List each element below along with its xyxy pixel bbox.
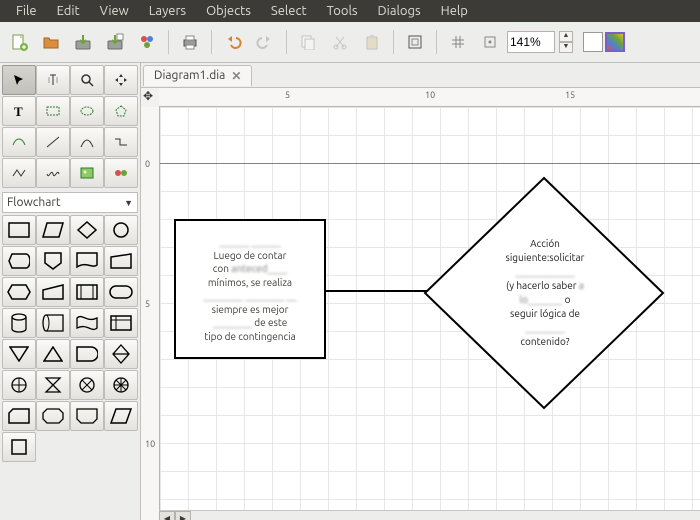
menu-help[interactable]: Help [431, 2, 478, 20]
bezierline-tool[interactable] [36, 158, 70, 188]
chevron-down-icon: ▼ [124, 198, 133, 208]
main-toolbar: ▲▼ [0, 22, 700, 63]
shape-sum[interactable] [70, 370, 104, 400]
outline-tool[interactable] [104, 158, 138, 188]
canvas[interactable]: ______ ______ Luego de contar con antece… [160, 107, 700, 520]
horizontal-scrollbar[interactable]: ◀ ▶ [159, 510, 700, 520]
shape-offpage2[interactable] [104, 370, 138, 400]
text-tool[interactable]: T [2, 96, 36, 126]
line-tool[interactable] [36, 127, 70, 157]
zoom-extents-button[interactable] [400, 27, 430, 57]
menu-file[interactable]: File [6, 2, 47, 20]
ruler-horizontal: 5 10 15 20 [159, 88, 700, 107]
snap-object-button[interactable] [475, 27, 505, 57]
shape-terminal[interactable] [104, 277, 138, 307]
paste-button[interactable] [357, 27, 387, 57]
menu-select[interactable]: Select [261, 2, 317, 20]
menu-layers[interactable]: Layers [139, 2, 196, 20]
zoom-down[interactable]: ▼ [559, 42, 573, 53]
arc-tool[interactable] [70, 127, 104, 157]
redo-button[interactable] [250, 27, 280, 57]
shape-process[interactable] [2, 215, 36, 245]
menu-objects[interactable]: Objects [196, 2, 261, 20]
scroll-tool[interactable] [104, 65, 138, 95]
polygon-tool[interactable] [104, 96, 138, 126]
shape-sort[interactable] [104, 339, 138, 369]
zoom-control: ▲▼ [507, 31, 573, 53]
shape-palette [0, 213, 140, 464]
svg-text:T: T [14, 104, 23, 118]
ruler-vertical: 0 5 10 [141, 107, 160, 520]
menu-dialogs[interactable]: Dialogs [368, 2, 431, 20]
zigzag-tool[interactable] [104, 127, 138, 157]
guide-line[interactable] [160, 163, 700, 164]
canvas-area: Diagram1.dia ✕ ✥ 5 10 15 20 0 5 10 _____… [141, 63, 700, 520]
copy-button[interactable] [293, 27, 323, 57]
zoom-up[interactable]: ▲ [559, 31, 573, 42]
shape-delay[interactable] [70, 339, 104, 369]
color-wells [583, 32, 625, 52]
shape-connector[interactable] [104, 215, 138, 245]
menu-tools[interactable]: Tools [317, 2, 368, 20]
undo-button[interactable] [218, 27, 248, 57]
saveas-button[interactable] [100, 27, 130, 57]
shape-data[interactable] [104, 401, 138, 431]
save-button[interactable] [68, 27, 98, 57]
menubar: File Edit View Layers Objects Select Too… [0, 0, 700, 22]
menu-edit[interactable]: Edit [47, 2, 90, 20]
shape-display[interactable] [2, 246, 36, 276]
shape-extract[interactable] [36, 339, 70, 369]
shape-sq[interactable] [2, 432, 36, 462]
export-button[interactable] [132, 27, 162, 57]
box-tool[interactable] [36, 96, 70, 126]
text-edit-tool[interactable] [36, 65, 70, 95]
image-tool[interactable] [70, 158, 104, 188]
tab-diagram1[interactable]: Diagram1.dia ✕ [143, 65, 252, 86]
shape-document[interactable] [70, 246, 104, 276]
fg-color[interactable] [583, 32, 603, 52]
zoom-input[interactable] [507, 31, 555, 53]
shape-internal[interactable] [104, 308, 138, 338]
menu-view[interactable]: View [90, 2, 139, 20]
shape-io[interactable] [36, 215, 70, 245]
shape-database[interactable] [36, 308, 70, 338]
shape-manual[interactable] [104, 246, 138, 276]
ellipse-tool[interactable] [70, 96, 104, 126]
bg-color[interactable] [605, 32, 625, 52]
shape-disk[interactable] [2, 308, 36, 338]
scroll-right-button[interactable]: ▶ [175, 511, 191, 520]
cut-button[interactable] [325, 27, 355, 57]
bezier-tool[interactable] [2, 127, 36, 157]
print-button[interactable] [175, 27, 205, 57]
scroll-left-button[interactable]: ◀ [159, 511, 175, 520]
shape-predefined[interactable] [70, 277, 104, 307]
close-tab-icon[interactable]: ✕ [231, 69, 241, 83]
shape-decision[interactable] [70, 215, 104, 245]
sheet-selector[interactable]: Flowchart▼ [2, 192, 138, 213]
shape-or[interactable] [2, 370, 36, 400]
shape-loop[interactable] [36, 401, 70, 431]
move-handle-icon[interactable]: ✥ [143, 89, 153, 103]
shape-offpage[interactable] [36, 246, 70, 276]
snap-grid-button[interactable] [443, 27, 473, 57]
new-button[interactable] [4, 27, 34, 57]
shape-prep[interactable] [2, 277, 36, 307]
pointer-tool[interactable] [2, 65, 36, 95]
shape-manualinput[interactable] [36, 277, 70, 307]
polyline-tool[interactable] [2, 158, 36, 188]
zoom-tool[interactable] [70, 65, 104, 95]
toolbox-panel: T Flowchart▼ [0, 63, 141, 520]
shape-collate[interactable] [36, 370, 70, 400]
open-button[interactable] [36, 27, 66, 57]
shape-card[interactable] [2, 401, 36, 431]
shape-tape[interactable] [70, 308, 104, 338]
decision-text: Acción siguiente:solicitar ____________ … [480, 237, 610, 349]
shape-loopend[interactable] [70, 401, 104, 431]
shape-merge[interactable] [2, 339, 36, 369]
flowchart-process-shape[interactable]: ______ ______ Luego de contar con antece… [174, 219, 326, 359]
